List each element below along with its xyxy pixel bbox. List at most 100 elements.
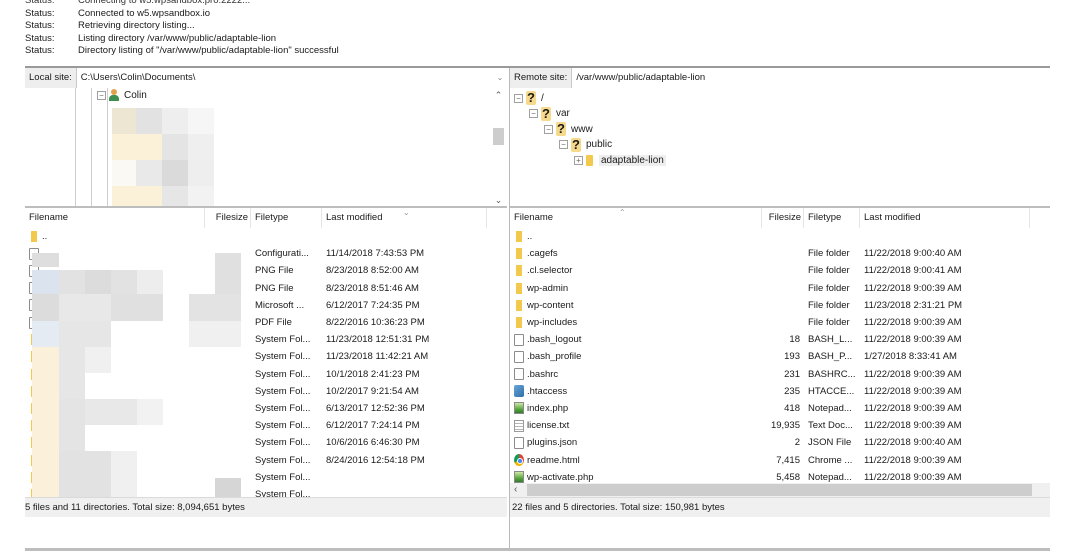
scrollbar-thumb[interactable] xyxy=(493,128,504,145)
file-row[interactable]: readme.html 7,415 Chrome ... 11/22/2018 9:0… xyxy=(510,451,1050,468)
local-site-path-input[interactable] xyxy=(76,67,493,88)
tree-node[interactable]: + adaptable-lion xyxy=(574,153,666,167)
file-type: System Fol... xyxy=(255,402,311,414)
file-size: 18 xyxy=(789,334,800,346)
expand-icon[interactable]: + xyxy=(574,155,583,165)
column-last-modified[interactable]: Last modified xyxy=(860,208,1030,228)
remote-horizontal-scrollbar[interactable]: ‹ xyxy=(510,483,1050,497)
tree-node-colin[interactable]: − Colin xyxy=(97,88,147,102)
file-row[interactable]: wp-admin File folder 11/22/2018 9:00:39 AM xyxy=(510,280,1050,297)
file-row[interactable]: System Fol... 10/6/2016 6:46:30 PM xyxy=(25,434,507,451)
collapse-icon[interactable]: − xyxy=(529,109,538,118)
file-name-cell: .cl.selector xyxy=(510,265,762,277)
file-type: Text Doc... xyxy=(808,420,853,432)
remote-rows: .. .cagefs File folder 11/22/2018 9:00:40 A… xyxy=(510,228,1050,497)
file-modified: 8/24/2016 12:54:18 PM xyxy=(326,454,425,466)
tree-node[interactable]: −? / xyxy=(514,91,544,105)
collapse-icon[interactable]: − xyxy=(559,140,568,149)
user-folder-icon xyxy=(109,89,119,101)
file-modified: 1/27/2018 8:33:41 AM xyxy=(864,351,957,363)
scroll-left-icon[interactable]: ‹ xyxy=(514,483,517,497)
file-name-cell: wp-includes xyxy=(510,317,762,329)
sort-descending-icon: ⌄ xyxy=(403,208,410,217)
scroll-down-icon[interactable]: ⌄ xyxy=(490,195,507,206)
remote-directory-tree[interactable]: −? / −? var −? www −? public + adaptable-lion xyxy=(510,88,1050,208)
file-name: .cl.selector xyxy=(527,265,573,277)
scrollbar-thumb[interactable] xyxy=(527,484,1032,496)
file-type: BASH_P... xyxy=(808,351,853,363)
file-modified: 6/13/2017 12:52:36 PM xyxy=(326,402,425,414)
tree-node[interactable]: −? public xyxy=(559,136,612,152)
tree-guide-line xyxy=(91,88,92,206)
collapse-icon[interactable]: − xyxy=(544,124,553,134)
file-row[interactable]: .bashrc 231 BASHRC... 11/22/2018 9:00:39 AM xyxy=(510,366,1050,383)
file-modified: 11/22/2018 9:00:39 AM xyxy=(864,317,962,329)
chevron-down-icon[interactable]: ⌄ xyxy=(493,67,507,88)
file-type: System Fol... xyxy=(255,471,311,483)
tree-node[interactable]: −? www xyxy=(544,122,593,136)
remote-site-label: Remote site: xyxy=(510,67,573,88)
file-size: 5,458 xyxy=(776,471,800,483)
file-modified: 11/23/2018 2:31:21 PM xyxy=(864,299,963,311)
collapse-icon[interactable]: − xyxy=(514,93,523,103)
scroll-up-icon[interactable]: ⌃ xyxy=(490,90,507,101)
file-modified: 11/14/2018 7:43:53 PM xyxy=(326,248,425,260)
folder-icon xyxy=(31,231,37,243)
local-directory-tree[interactable]: − Colin ⌃ ⌄ xyxy=(25,88,507,208)
file-row[interactable]: license.txt 19,935 Text Doc... 11/22/2018 9… xyxy=(510,417,1050,434)
folder-icon xyxy=(516,248,522,260)
file-row[interactable]: .. xyxy=(25,228,507,245)
file-type: File folder xyxy=(808,317,850,329)
file-row[interactable]: .cagefs File folder 11/22/2018 9:00:40 AM xyxy=(510,245,1050,262)
local-file-list[interactable]: Filename Filesize Filetype Last modified… xyxy=(25,208,507,497)
file-type: File folder xyxy=(808,248,850,260)
column-filename[interactable]: Filename xyxy=(510,208,762,228)
file-modified: 11/22/2018 9:00:39 AM xyxy=(864,282,962,294)
file-modified: 10/6/2016 6:46:30 PM xyxy=(326,437,420,449)
file-row[interactable]: .cl.selector File folder 11/22/2018 9:00:4… xyxy=(510,262,1050,279)
file-name: .. xyxy=(42,231,48,243)
file-type: File folder xyxy=(808,282,850,294)
file-row[interactable]: wp-includes File folder 11/22/2018 9:00:39… xyxy=(510,314,1050,331)
column-filesize[interactable]: Filesize xyxy=(762,208,804,228)
file-row[interactable]: .bash_logout 18 BASH_L... 11/22/2018 9:00:3… xyxy=(510,331,1050,348)
folder-icon xyxy=(516,282,522,294)
remote-file-list[interactable]: Filename Filesize Filetype Last modified… xyxy=(510,208,1050,497)
tree-vertical-scrollbar[interactable]: ⌃ ⌄ xyxy=(490,88,507,206)
file-row[interactable]: System Fol... 10/2/2017 9:21:54 AM xyxy=(25,383,507,400)
unknown-folder-icon: ? xyxy=(571,136,581,152)
tree-node-label: / xyxy=(541,92,544,104)
log-message: Retrieving directory listing... xyxy=(78,20,195,32)
file-modified: 6/12/2017 7:24:14 PM xyxy=(326,420,420,432)
log-message: Directory listing of "/var/www/public/ad… xyxy=(78,45,339,57)
file-row[interactable]: .. xyxy=(510,228,1050,245)
file-row[interactable]: plugins.json 2 JSON File 11/22/2018 9:00:40… xyxy=(510,434,1050,451)
file-modified: 11/23/2018 12:51:31 PM xyxy=(326,334,430,346)
column-filetype[interactable]: Filetype xyxy=(804,208,860,228)
file-name: .htaccess xyxy=(527,385,568,397)
htaccess-icon xyxy=(514,385,524,398)
collapse-icon[interactable]: − xyxy=(97,90,106,100)
chrome-icon xyxy=(514,454,524,467)
column-filetype[interactable]: Filetype xyxy=(251,208,322,228)
file-modified: 8/22/2016 10:36:23 PM xyxy=(326,317,425,329)
file-row[interactable]: index.php 418 Notepad... 11/22/2018 9:00:39… xyxy=(510,400,1050,417)
tree-node[interactable]: −? var xyxy=(529,106,570,121)
unknown-folder-icon: ? xyxy=(556,121,566,136)
log-label: Status: xyxy=(25,0,55,6)
file-row[interactable]: wp-content File folder 11/23/2018 2:31:21 … xyxy=(510,297,1050,314)
file-row[interactable]: Configurati... 11/14/2018 7:43:53 PM xyxy=(25,245,507,262)
folder-icon xyxy=(516,231,522,243)
column-filesize[interactable]: Filesize xyxy=(205,208,251,228)
file-row[interactable]: .bash_profile 193 BASH_P... 1/27/2018 8:33:… xyxy=(510,348,1050,365)
remote-site-path-input[interactable] xyxy=(572,67,1050,88)
log-entry: Status: Directory listing of "/var/www/pu… xyxy=(25,45,1055,58)
file-name: license.txt xyxy=(527,420,570,432)
file-size: 235 xyxy=(784,385,800,397)
file-type: File folder xyxy=(808,265,850,277)
file-row[interactable]: .htaccess 235 HTACCE... 11/22/2018 9:00:39 … xyxy=(510,383,1050,400)
file-modified: 11/22/2018 9:00:39 AM xyxy=(864,402,962,414)
column-filename[interactable]: Filename xyxy=(25,208,205,228)
text-file-icon xyxy=(514,419,524,432)
file-size: 193 xyxy=(784,351,800,363)
